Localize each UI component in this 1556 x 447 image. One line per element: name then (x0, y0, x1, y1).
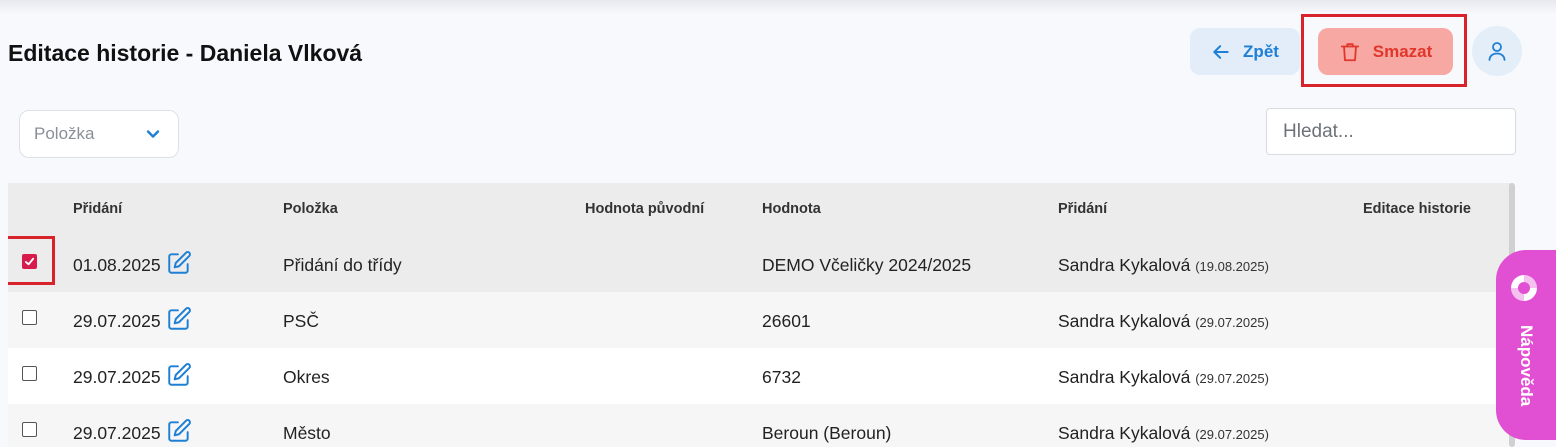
added-by-name: Sandra Kykalová (1058, 255, 1191, 275)
cell-value: DEMO Včeličky 2024/2025 (762, 255, 972, 275)
row-checkbox[interactable] (22, 366, 37, 381)
search-input[interactable] (1266, 108, 1516, 155)
added-by-date: (29.07.2025) (1195, 315, 1269, 330)
edit-icon[interactable] (166, 250, 192, 276)
table-row[interactable]: 01.08.2025 Přidání do třídy DEMO Včeličk… (8, 236, 1512, 292)
cell-item: PSČ (283, 311, 319, 331)
back-button-label: Zpět (1243, 41, 1279, 61)
column-header-added-by[interactable]: Přidání (1058, 201, 1107, 217)
delete-button-highlight (1301, 14, 1467, 87)
cell-item: Okres (283, 367, 330, 387)
arrow-left-icon (1213, 44, 1229, 59)
topbar-shadow (0, 0, 1556, 14)
added-by-name: Sandra Kykalová (1058, 423, 1191, 443)
cell-date: 29.07.2025 (73, 311, 161, 331)
item-filter-placeholder: Položka (34, 124, 95, 143)
column-header-value[interactable]: Hodnota (762, 201, 821, 217)
chevron-down-icon (146, 130, 160, 138)
item-filter-select[interactable]: Položka (19, 110, 179, 158)
column-header-added[interactable]: Přidání (73, 201, 122, 217)
added-by-date: (29.07.2025) (1195, 371, 1269, 386)
help-label: Nápověda (1517, 325, 1536, 407)
back-button[interactable]: Zpět (1190, 28, 1300, 75)
added-by-name: Sandra Kykalová (1058, 367, 1191, 387)
column-header-original-value[interactable]: Hodnota původní (585, 201, 704, 217)
cell-added-by: Sandra Kykalová (29.07.2025) (1058, 423, 1269, 444)
help-tab[interactable]: Nápověda (1496, 250, 1556, 440)
cell-added-by: Sandra Kykalová (29.07.2025) (1058, 367, 1269, 388)
cell-item: Přidání do třídy (283, 255, 402, 275)
added-by-date: (19.08.2025) (1195, 259, 1269, 274)
cell-added-by: Sandra Kykalová (19.08.2025) (1058, 255, 1269, 276)
checkbox-highlight (8, 236, 55, 285)
cell-date: 29.07.2025 (73, 367, 161, 387)
cell-value: 26601 (762, 311, 811, 331)
edit-icon[interactable] (166, 306, 192, 332)
history-table: Přidání Položka Hodnota původní Hodnota … (8, 183, 1512, 447)
added-by-name: Sandra Kykalová (1058, 311, 1191, 331)
column-header-item[interactable]: Položka (283, 201, 338, 217)
lifebuoy-icon (1511, 275, 1537, 301)
cell-value: 6732 (762, 367, 801, 387)
user-icon (1488, 42, 1506, 61)
table-row[interactable]: 29.07.2025 Okres 6732 Sandra Kykalová (2… (8, 348, 1512, 404)
cell-value: Beroun (Beroun) (762, 423, 892, 443)
table-row[interactable]: 29.07.2025 Město Beroun (Beroun) Sandra … (8, 404, 1512, 447)
added-by-date: (29.07.2025) (1195, 427, 1269, 442)
cell-item: Město (283, 423, 331, 443)
cell-date: 29.07.2025 (73, 423, 161, 443)
page-title: Editace historie - Daniela Vlková (8, 40, 363, 66)
table-row[interactable]: 29.07.2025 PSČ 26601 Sandra Kykalová (29… (8, 292, 1512, 348)
row-checkbox[interactable] (22, 310, 37, 325)
column-header-edit-history[interactable]: Editace historie (1363, 201, 1471, 217)
edit-icon[interactable] (166, 418, 192, 444)
table-header: Přidání Položka Hodnota původní Hodnota … (8, 183, 1512, 236)
edit-icon[interactable] (166, 362, 192, 388)
cell-added-by: Sandra Kykalová (29.07.2025) (1058, 311, 1269, 332)
row-checkbox[interactable] (22, 422, 37, 437)
cell-date: 01.08.2025 (73, 255, 161, 275)
user-profile-button[interactable] (1472, 26, 1522, 76)
